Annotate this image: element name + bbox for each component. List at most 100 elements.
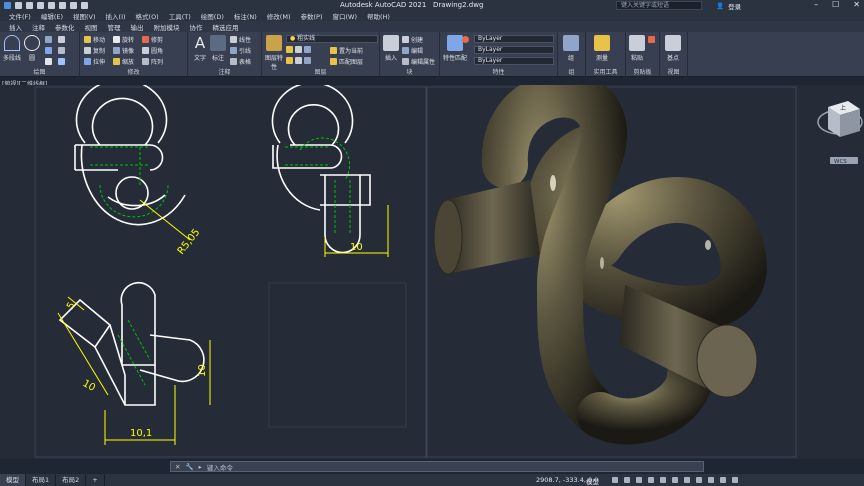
rectangle-button[interactable] — [58, 36, 65, 43]
measure-button[interactable]: 测量 — [594, 35, 610, 62]
copy-clip-button[interactable] — [648, 36, 655, 43]
command-line[interactable]: ✕ 🔧 ▸ 键入命令 — [170, 461, 704, 472]
panel-layers-title[interactable]: 图层 — [262, 67, 379, 76]
menu-insert[interactable]: 插入(I) — [106, 11, 126, 21]
group-button[interactable]: 组 — [563, 35, 579, 62]
add-layout-icon[interactable]: + — [86, 474, 105, 486]
app-menu-icon[interactable] — [4, 2, 11, 9]
panel-utilities-title[interactable]: 实用工具 — [586, 67, 625, 76]
menu-draw[interactable]: 绘图(D) — [201, 11, 224, 21]
close-icon[interactable]: ✕ — [853, 0, 860, 9]
paste-button[interactable]: 粘贴 — [629, 35, 645, 62]
tab-layout2[interactable]: 布局2 — [56, 474, 87, 486]
rotate-button[interactable]: 旋转 — [113, 35, 134, 44]
polar-icon[interactable] — [648, 477, 654, 483]
linear-button[interactable]: 线性 — [230, 35, 251, 44]
tab-output[interactable]: 输出 — [131, 22, 144, 32]
color-select[interactable]: ByLayer — [474, 35, 554, 43]
layer-properties-button[interactable]: 图层特性 — [265, 35, 283, 71]
save-icon[interactable] — [37, 2, 44, 9]
ortho-icon[interactable] — [636, 477, 642, 483]
lineweight-icon[interactable] — [684, 477, 690, 483]
copy-button[interactable]: 复制 — [84, 46, 105, 55]
tab-model[interactable]: 模型 — [0, 474, 26, 486]
tab-layout1[interactable]: 布局1 — [26, 474, 57, 486]
edit-attributes-button[interactable]: 编辑属性 — [402, 57, 435, 66]
menu-dimension[interactable]: 标注(N) — [234, 11, 257, 21]
menu-file[interactable]: 文件(F) — [9, 11, 31, 21]
model-space-button[interactable]: 模型 — [586, 476, 599, 486]
layer-tools-1[interactable] — [286, 46, 311, 53]
annotation-scale-icon[interactable] — [708, 477, 714, 483]
grid-icon[interactable] — [612, 477, 618, 483]
osnap-icon[interactable] — [660, 477, 666, 483]
new-file-icon[interactable] — [15, 2, 22, 9]
command-input[interactable]: 键入命令 — [207, 462, 233, 472]
dimension-button[interactable]: 标注 — [210, 35, 226, 62]
match-layer-button[interactable]: 匹配图层 — [330, 57, 363, 66]
make-current-button[interactable]: 置为当前 — [330, 46, 363, 55]
linetype-select[interactable]: ByLayer — [474, 46, 554, 54]
menu-modify[interactable]: 修改(M) — [267, 11, 291, 21]
trim-button[interactable]: 修剪 — [142, 35, 163, 44]
menu-help[interactable]: 帮助(H) — [367, 11, 390, 21]
move-button[interactable]: 移动 — [84, 35, 105, 44]
tab-manage[interactable]: 管理 — [108, 22, 121, 32]
otrack-icon[interactable] — [672, 477, 678, 483]
login-area[interactable]: 👤 登录 — [716, 1, 741, 11]
tab-insert[interactable]: 插入 — [9, 22, 22, 32]
redo-icon[interactable] — [81, 2, 88, 9]
menu-window[interactable]: 窗口(W) — [332, 11, 357, 21]
polyline-button[interactable]: 多段线 — [3, 35, 21, 62]
customize-icon[interactable] — [732, 477, 738, 483]
plot-icon[interactable] — [59, 2, 66, 9]
menu-parametric[interactable]: 参数(P) — [300, 11, 322, 21]
leader-button[interactable]: 引线 — [230, 46, 251, 55]
tab-addins[interactable]: 附加模块 — [154, 22, 180, 32]
line-button[interactable] — [45, 58, 52, 65]
tab-view[interactable]: 视图 — [85, 22, 98, 32]
insert-block-button[interactable]: 插入 — [383, 35, 399, 62]
tab-annotate[interactable]: 注释 — [32, 22, 45, 32]
gradient-button[interactable] — [58, 47, 65, 54]
layer-select[interactable]: ● 粗实线 — [286, 35, 378, 43]
snap-icon[interactable] — [624, 477, 630, 483]
lineweight-select[interactable]: ByLayer — [474, 57, 554, 65]
table-button[interactable]: 表格 — [230, 57, 251, 66]
arc-button[interactable] — [45, 36, 52, 43]
viewcube[interactable]: 上 WCS — [817, 101, 863, 165]
close-cmd-icon[interactable]: ✕ — [175, 463, 180, 471]
array-button[interactable]: 阵列 — [142, 57, 163, 66]
panel-groups-title[interactable]: 组 — [558, 67, 585, 76]
maximize-icon[interactable]: ☐ — [832, 0, 839, 9]
layer-tools-2[interactable] — [286, 57, 311, 64]
tab-collaborate[interactable]: 协作 — [190, 22, 203, 32]
base-view-button[interactable]: 基点 — [665, 35, 681, 62]
search-input[interactable]: 键入关键字或短语 — [616, 1, 702, 10]
tab-featured-apps[interactable]: 精选应用 — [213, 22, 239, 32]
panel-draw-title[interactable]: 绘图 — [0, 67, 79, 76]
undo-icon[interactable] — [70, 2, 77, 9]
fillet-button[interactable]: 圆角 — [142, 46, 163, 55]
menu-edit[interactable]: 编辑(E) — [41, 11, 63, 21]
menu-format[interactable]: 格式(O) — [136, 11, 159, 21]
scale-button[interactable]: 缩放 — [113, 57, 134, 66]
menu-tools[interactable]: 工具(T) — [169, 11, 191, 21]
create-block-button[interactable]: 创建 — [402, 35, 423, 44]
wrench-icon[interactable]: 🔧 — [185, 463, 193, 471]
panel-block-title[interactable]: 块 — [380, 67, 439, 76]
edit-block-button[interactable]: 编辑 — [402, 46, 423, 55]
panel-annotation-title[interactable]: 注释 — [188, 67, 261, 76]
ellipse-button[interactable] — [58, 58, 65, 65]
save-as-icon[interactable] — [48, 2, 55, 9]
panel-properties-title[interactable]: 特性 — [440, 67, 557, 76]
drawing-area[interactable]: R5,05 10 5 10 10 10,1 上 WCS — [0, 85, 864, 459]
tab-parametric[interactable]: 参数化 — [55, 22, 75, 32]
open-file-icon[interactable] — [26, 2, 33, 9]
transparency-icon[interactable] — [696, 477, 702, 483]
panel-clipboard-title[interactable]: 剪贴板 — [626, 67, 659, 76]
menu-view[interactable]: 视图(V) — [73, 11, 96, 21]
hatch-button[interactable] — [45, 47, 52, 54]
panel-modify-title[interactable]: 修改 — [80, 67, 187, 76]
stretch-button[interactable]: 拉伸 — [84, 57, 105, 66]
